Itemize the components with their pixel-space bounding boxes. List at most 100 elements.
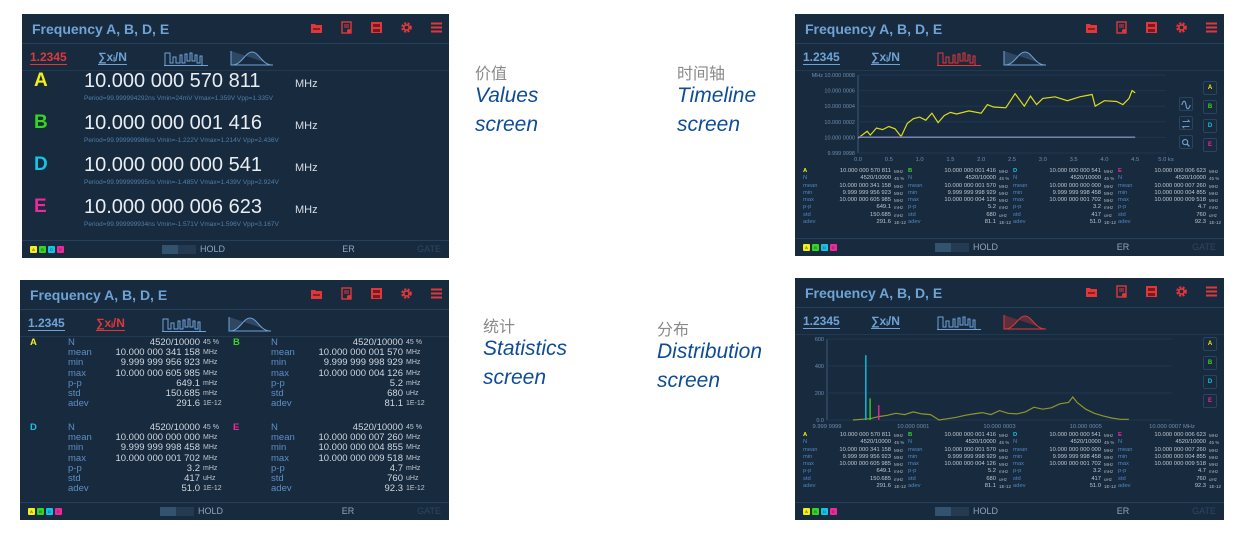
er-label: ER (1116, 242, 1130, 252)
distribution-mode-tab[interactable] (230, 50, 274, 66)
stat-value: 10.000 000 004 855 (1154, 189, 1206, 196)
statistics-mode-tab[interactable]: ∑xᵢ/N (98, 50, 127, 65)
channel-toggle-d[interactable]: D (1203, 375, 1217, 389)
stat-label: mean (908, 446, 923, 453)
stat-unit: MHz (894, 198, 904, 204)
x-tick-label: 0.5 (885, 157, 893, 163)
timeline-chart: 9.999 9998 10.000 0000 10.000 0002 10.000 0… (812, 73, 1174, 163)
timeline-mode-tab[interactable] (164, 50, 208, 66)
channel-chip-b[interactable]: B (812, 508, 819, 515)
channel-chip-e[interactable]: E (830, 244, 837, 251)
timeline-mode-tab[interactable] (162, 316, 206, 332)
gear-icon[interactable] (400, 287, 413, 300)
stat-value: 81.1 (984, 483, 996, 490)
channel-chip-e[interactable]: E (830, 508, 837, 515)
hold-toggle[interactable] (160, 507, 194, 516)
stat-label: min (1118, 189, 1128, 196)
stat-row-min: min 9.999 999 998 458 MHz (1013, 190, 1117, 197)
stat-label: N (803, 175, 808, 182)
stat-unit: MHz (1209, 462, 1219, 468)
channel-toggle-b[interactable]: B (1203, 100, 1217, 114)
channel-chip-d[interactable]: D (48, 246, 55, 253)
channel-toggle-e[interactable]: E (1203, 394, 1217, 408)
hold-label[interactable]: HOLD (198, 506, 223, 516)
stat-row-max: max 10.000 000 001 702 MHz (1013, 461, 1117, 468)
stat-value: 51.0 (181, 483, 201, 495)
stat-label: p-p (908, 204, 917, 211)
channel-chip-e[interactable]: E (57, 246, 64, 253)
menu-icon[interactable] (430, 21, 443, 34)
stat-row-adev: adev 92.3 1E-12 (1118, 483, 1222, 490)
channel-value-row: A 10.000 000 570 811 MHz (803, 168, 907, 175)
stat-value: 10.000 000 000 000 (1049, 182, 1101, 189)
stat-label: adev (1118, 483, 1131, 490)
channel-chips: ABDE (30, 246, 64, 253)
channel-toggle-e[interactable]: E (1203, 138, 1217, 152)
stat-value: 3.2 (1092, 204, 1101, 211)
channel-unit: MHz (295, 204, 318, 216)
stat-label: mean (908, 182, 923, 189)
stat-unit: MHz (406, 359, 421, 367)
stat-row-adev: adev 92.3 1E-12 (233, 483, 425, 494)
statistics-mode-tab[interactable]: ∑xᵢ/N (96, 316, 125, 331)
hold-label[interactable]: HOLD (973, 506, 998, 516)
save-settings-icon[interactable] (340, 21, 353, 34)
channel-unit: MHz (1209, 169, 1219, 174)
menu-icon[interactable] (430, 287, 443, 300)
stat-label: N (803, 439, 808, 446)
stat-row-N: N 4520/10000 45 % (908, 439, 1012, 446)
save-settings-icon[interactable] (340, 287, 353, 300)
channel-chip-a[interactable]: A (803, 244, 810, 251)
stat-unit: MHz (1209, 190, 1219, 196)
channel-chip-a[interactable]: A (30, 246, 37, 253)
channel-stats-a: A 10.000 000 570 811 MHz N 4520/10000 45 % mea… (803, 432, 907, 490)
swap-axes-button[interactable] (1179, 116, 1193, 130)
distribution-chart: 0.02004006009.999 9999 10.000 0001 10.000 … (812, 337, 1194, 430)
hold-toggle[interactable] (935, 507, 969, 516)
save-screenshot-icon[interactable] (370, 287, 383, 300)
sine-wave-button[interactable] (1179, 97, 1193, 111)
stat-value: 51.0 (1089, 483, 1101, 490)
channel-value: 10.000 000 570 811 (839, 168, 891, 174)
hold-toggle[interactable] (162, 245, 196, 254)
stat-value: 10.000 000 001 702 (1049, 461, 1101, 468)
stat-value: 4520/10000 (1175, 439, 1206, 446)
channel-chip-b[interactable]: B (39, 246, 46, 253)
stat-unit: mHz (203, 389, 218, 397)
channel-toggle-d[interactable]: D (1203, 119, 1217, 133)
stat-unit: MHz (1104, 462, 1114, 468)
channel-statistics-a: A N 4520/10000 45 % mean 10.000 000 341 158 MH… (30, 337, 222, 409)
stat-label: std (1013, 475, 1021, 482)
values-mode-tab[interactable]: 1.2345 (28, 316, 65, 331)
distribution-mode-tab[interactable] (228, 316, 272, 332)
folder-icon[interactable] (310, 21, 323, 34)
header: Frequency A, B, D, E (20, 280, 449, 310)
stat-value: 81.1 (384, 398, 404, 410)
stat-label: mean (803, 446, 818, 453)
save-screenshot-icon[interactable] (370, 21, 383, 34)
channel-chip-d[interactable]: D (821, 244, 828, 251)
channel-chip-d[interactable]: D (46, 508, 53, 515)
values-mode-tab[interactable]: 1.2345 (30, 50, 67, 65)
channel-chip-b[interactable]: B (812, 244, 819, 251)
folder-icon[interactable] (310, 287, 323, 300)
channel-chip-b[interactable]: B (37, 508, 44, 515)
hold-label[interactable]: HOLD (973, 242, 998, 252)
channel-letter-e: E (34, 196, 47, 217)
zoom-button[interactable] (1179, 135, 1193, 149)
hold-toggle[interactable] (935, 243, 969, 252)
channel-chip-a[interactable]: A (803, 508, 810, 515)
channel-chip-d[interactable]: D (821, 508, 828, 515)
channel-value: 10.000 000 001 416 (944, 432, 996, 438)
channel-toggle-b[interactable]: B (1203, 356, 1217, 370)
stat-value: 649.1 (876, 468, 891, 475)
hold-label[interactable]: HOLD (200, 244, 225, 254)
gear-icon[interactable] (400, 21, 413, 34)
channel-chip-e[interactable]: E (55, 508, 62, 515)
stat-label: mean (1118, 182, 1133, 189)
channel-chip-a[interactable]: A (28, 508, 35, 515)
channel-toggle-a[interactable]: A (1203, 337, 1217, 351)
stat-unit: uHz (999, 212, 1008, 218)
distribution-icon (230, 51, 273, 66)
channel-toggle-a[interactable]: A (1203, 81, 1217, 95)
